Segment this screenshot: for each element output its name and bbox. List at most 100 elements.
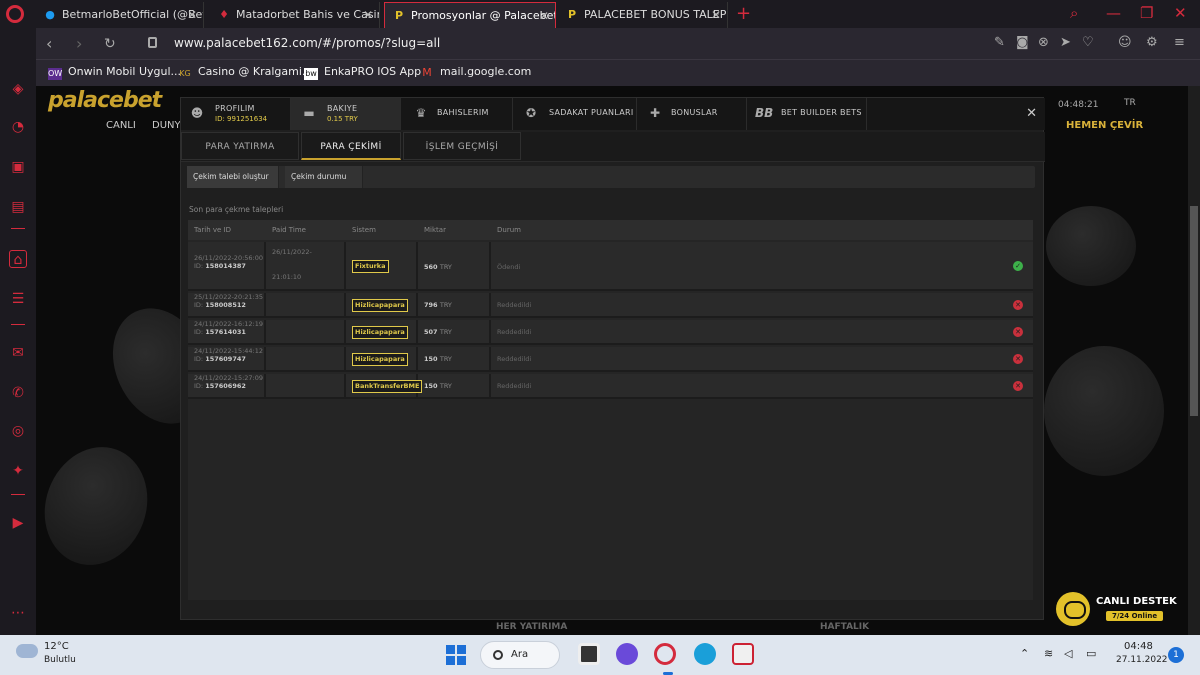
twitter-icon[interactable]: ✦ — [9, 462, 27, 480]
taskbar-time[interactable]: 04:48 — [1124, 641, 1153, 652]
edit-icon[interactable]: ✎ — [994, 35, 1005, 50]
tab-sadakat-puanlari[interactable]: ✪ SADAKAT PUANLARI — [513, 98, 637, 130]
tab-twitter[interactable]: ● BetmarloBetOfficial (@Betr ✕ — [36, 2, 204, 28]
extensions-icon[interactable]: ⚙ — [1146, 35, 1158, 50]
adblock-icon[interactable]: ⊗ — [1038, 35, 1049, 50]
promo-her-yatirima[interactable]: HER YATIRIMA — [496, 622, 567, 632]
tab-search-icon[interactable]: ⌕ — [1070, 4, 1078, 22]
tab-profilim[interactable]: ☻ PROFILIM ID: 991251634 — [181, 98, 291, 130]
player-icon[interactable]: ▶ — [9, 514, 27, 532]
speed-dial-icon[interactable]: ◔ — [9, 118, 27, 136]
table-row[interactable]: 24/11/2022-15:27:09 ID: 157606962 BankTra… — [188, 374, 1033, 399]
row-paid-date: 26/11/2022- — [272, 248, 312, 256]
twitch-icon[interactable]: ▤ — [9, 198, 27, 216]
section-title: Son para çekme talepleri — [189, 205, 284, 214]
site-clock: 04:48:21 — [1058, 100, 1099, 110]
list-icon[interactable]: ☰ — [9, 290, 27, 308]
close-window-icon[interactable]: ✕ — [1174, 4, 1187, 22]
edge-icon[interactable] — [694, 643, 716, 665]
menu-icon[interactable]: ≡ — [1174, 35, 1185, 50]
cloud-icon[interactable] — [16, 644, 38, 658]
task-view-icon[interactable] — [578, 643, 600, 665]
bookmark-gmail[interactable]: Mmail.google.com — [420, 65, 531, 79]
camera-icon[interactable]: ◙ — [1016, 35, 1029, 50]
subtab-islem-gecmisi[interactable]: İŞLEM GEÇMİŞİ — [403, 132, 521, 160]
decorative-coin — [1044, 346, 1164, 476]
row-system: BankTransferBME — [352, 380, 423, 393]
row-paid-time: 21:01:10 — [272, 273, 302, 281]
browser-tab-bar: ● BetmarloBetOfficial (@Betr ✕ ♦ Matador… — [0, 0, 1200, 28]
tab-bakiye[interactable]: ▬ BAKIYE 0.15 TRY — [291, 98, 401, 130]
language-select[interactable]: TR — [1124, 98, 1136, 108]
whatsapp-icon[interactable]: ✆ — [9, 384, 27, 402]
tab-promosyonlar[interactable]: P Promosyonlar @ Palacebet ✕ — [384, 2, 556, 28]
tab-bet-builder[interactable]: BB BET BUILDER BETS — [747, 98, 867, 130]
tab-bonus-talep[interactable]: P PALACEBET BONUS TALEP ✕ — [558, 2, 728, 28]
tab-close-icon[interactable]: ✕ — [363, 2, 373, 28]
snipping-tool-icon[interactable] — [732, 643, 754, 665]
opera-logo-icon[interactable] — [6, 5, 24, 23]
weather-temp[interactable]: 12°C — [44, 641, 69, 652]
row-date: 24/11/2022-16:12:19 ID: 157614031 — [194, 320, 264, 336]
tray-expand-icon[interactable]: ⌃ — [1020, 647, 1029, 660]
promo-haftalik[interactable]: HAFTALIK — [820, 622, 869, 632]
scrollbar-thumb[interactable] — [1190, 206, 1198, 416]
notification-badge[interactable]: 1 — [1168, 647, 1184, 663]
home-icon[interactable]: ⌂ — [9, 250, 27, 268]
back-icon[interactable]: ‹ — [46, 34, 52, 54]
gamepad-icon[interactable]: ◈ — [9, 80, 27, 98]
chat-icon[interactable] — [616, 643, 638, 665]
instagram-icon[interactable]: ◎ — [9, 422, 27, 440]
table-row[interactable]: 24/11/2022-16:12:19 ID: 157614031 Hizlica… — [188, 320, 1033, 345]
minimize-icon[interactable]: — — [1106, 4, 1121, 22]
bookmark-kralgaming[interactable]: KG Casino @ Kralgami... — [178, 65, 312, 80]
nav-canli[interactable]: CANLI — [106, 120, 136, 131]
nav-dunya[interactable]: DUNY — [152, 120, 181, 131]
more-icon[interactable]: ⋯ — [9, 604, 27, 622]
url-field[interactable]: www.palacebet162.com/#/promos/?slug=all — [174, 36, 440, 50]
taskbar-search[interactable]: Ara — [480, 641, 560, 669]
page-scrollbar[interactable] — [1188, 86, 1200, 635]
opera-taskbar-icon[interactable] — [654, 643, 676, 675]
tab-bonuslar[interactable]: ✚ BONUSLAR — [637, 98, 747, 130]
hemen-cevir-banner[interactable]: HEMEN ÇEVİR — [1066, 120, 1143, 131]
row-amount: 560 TRY — [424, 263, 452, 271]
bookmarks-bar: OW Onwin Mobil Uygul... KG Casino @ Kralga… — [36, 60, 1200, 86]
restore-icon[interactable]: ❐ — [1140, 4, 1153, 22]
balance-subtabs: PARA YATIRMA PARA ÇEKİMİ İŞLEM GEÇMİŞİ — [181, 132, 1045, 162]
live-support-button[interactable]: CANLI DESTEK 7/24 Online — [1056, 592, 1182, 628]
withdraw-status-button[interactable]: Çekim durumu — [285, 166, 363, 188]
forward-icon[interactable]: › — [76, 34, 82, 54]
tab-bahislerim[interactable]: ♛ BAHISLERIM — [401, 98, 513, 130]
taskbar-date[interactable]: 27.11.2022 — [1116, 655, 1168, 665]
table-row[interactable]: 24/11/2022-15:44:12 ID: 157609747 Hizlica… — [188, 347, 1033, 372]
subtab-para-yatirma[interactable]: PARA YATIRMA — [181, 132, 299, 160]
table-row[interactable]: 25/11/2022-20:21:35 ID: 158008512 Hizlica… — [188, 293, 1033, 318]
tab-matadorbet[interactable]: ♦ Matadorbet Bahis ve Casin ✕ — [210, 2, 380, 28]
battery-icon[interactable]: ▭ — [1086, 647, 1096, 660]
bookmark-enkapro[interactable]: bw EnkaPRO IOS App — [304, 65, 421, 80]
table-row[interactable]: 26/11/2022-20:56:00 ID: 158014387 26/11/2… — [188, 242, 1033, 291]
wallet-icon: ▬ — [303, 106, 315, 120]
weather-desc[interactable]: Bulutlu — [44, 655, 76, 665]
wifi-icon[interactable]: ≋ — [1044, 647, 1053, 660]
shopping-bag-icon[interactable]: ▣ — [9, 158, 27, 176]
profile-icon[interactable]: ☺ — [1118, 35, 1132, 50]
create-withdraw-request-button[interactable]: Çekim talebi oluştur — [187, 166, 279, 188]
windows-start-icon[interactable] — [446, 645, 466, 665]
modal-close-icon[interactable]: ✕ — [1026, 106, 1037, 121]
subtab-para-cekimi[interactable]: PARA ÇEKİMİ — [301, 132, 401, 160]
messenger-icon[interactable]: ✉ — [9, 344, 27, 362]
heart-icon[interactable]: ♡ — [1082, 35, 1094, 50]
tab-close-icon[interactable]: ✕ — [187, 2, 197, 28]
volume-icon[interactable]: ◁ — [1064, 647, 1072, 660]
windows-taskbar: 12°C Bulutlu Ara ⌃ ≋ ◁ ▭ 04:48 27.11.202… — [0, 635, 1200, 675]
send-icon[interactable]: ➤ — [1060, 35, 1071, 50]
reload-icon[interactable]: ↻ — [104, 34, 116, 54]
palacebet-logo[interactable]: palacebet — [48, 88, 162, 113]
new-tab-icon[interactable]: + — [736, 3, 751, 25]
tab-close-icon[interactable]: ✕ — [539, 3, 549, 28]
gmail-icon: M — [422, 66, 432, 79]
tab-close-icon[interactable]: ✕ — [711, 2, 721, 28]
bookmark-onwin[interactable]: OW Onwin Mobil Uygul... — [48, 65, 181, 80]
